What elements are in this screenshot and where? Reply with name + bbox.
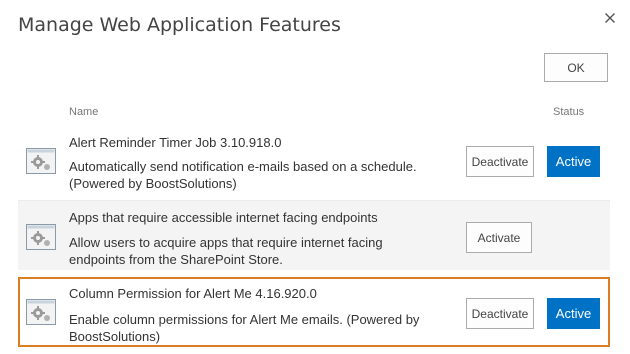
name-column-header: Name — [69, 106, 99, 118]
dialog-title: Manage Web Application Features — [18, 14, 341, 36]
feature-gear-icon — [26, 224, 56, 250]
status-badge: Active — [547, 298, 600, 329]
feature-title: Alert Reminder Timer Job 3.10.918.0 — [69, 135, 282, 150]
feature-gear-icon — [26, 299, 56, 325]
deactivate-button[interactable]: Deactivate — [466, 146, 534, 177]
ok-button[interactable]: OK — [544, 53, 608, 82]
activate-button[interactable]: Activate — [466, 222, 532, 253]
feature-row: Apps that require accessible internet fa… — [18, 201, 610, 270]
status-badge: Active — [547, 146, 600, 177]
feature-title: Apps that require accessible internet fa… — [69, 210, 378, 225]
feature-description: Enable column permissions for Alert Me e… — [69, 312, 420, 344]
feature-row: Alert Reminder Timer Job 3.10.918.0 Auto… — [18, 126, 610, 200]
feature-row: Column Permission for Alert Me 4.16.920.… — [18, 277, 610, 347]
close-icon — [605, 13, 615, 23]
feature-description: Allow users to acquire apps that require… — [69, 235, 383, 267]
deactivate-button[interactable]: Deactivate — [466, 298, 534, 329]
feature-title: Column Permission for Alert Me 4.16.920.… — [69, 286, 317, 301]
close-button[interactable] — [600, 8, 620, 28]
feature-description: Automatically send notification e-mails … — [69, 159, 417, 191]
status-column-header: Status — [553, 106, 585, 118]
feature-gear-icon — [26, 148, 56, 174]
